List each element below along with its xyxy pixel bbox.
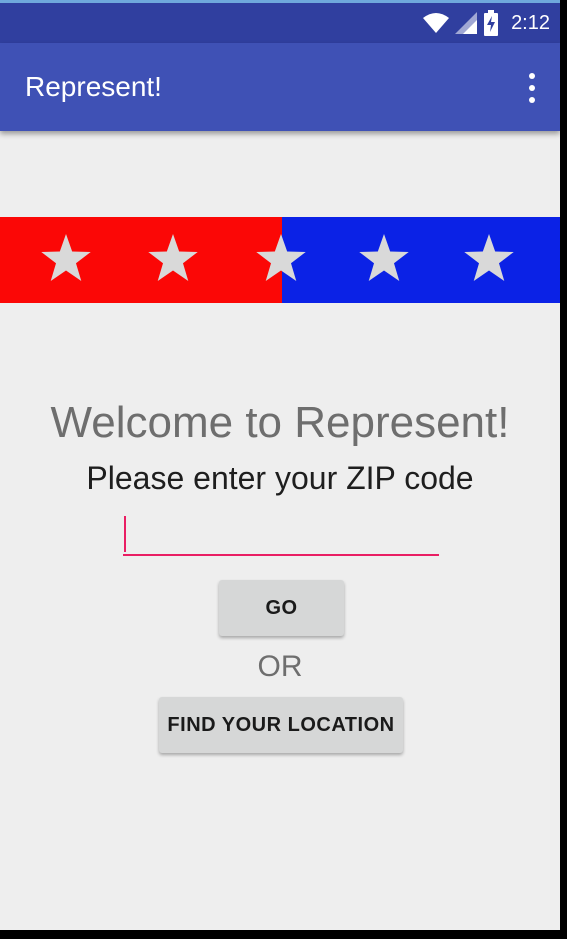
star-icon [359, 234, 409, 282]
menu-dot [529, 85, 535, 91]
overflow-menu-icon[interactable] [524, 73, 540, 103]
menu-dot [529, 97, 535, 103]
app-screen: 2:12 Represent! Welcome to Represent! Pl… [0, 0, 560, 930]
banner-stars [41, 234, 514, 282]
star-icon [41, 234, 91, 282]
welcome-heading: Welcome to Represent! [50, 398, 510, 447]
status-bar: 2:12 [0, 3, 560, 43]
zip-code-input[interactable] [123, 512, 439, 556]
menu-dot [529, 73, 535, 79]
status-icons: 2:12 [423, 3, 550, 43]
cell-signal-icon [455, 12, 478, 34]
app-bar: Represent! [0, 43, 560, 131]
star-icon [148, 234, 198, 282]
or-label: OR [257, 650, 303, 683]
zip-prompt: Please enter your ZIP code [86, 460, 474, 496]
battery-charging-icon [484, 10, 499, 36]
text-cursor [124, 516, 126, 552]
star-icon [464, 234, 514, 282]
status-time: 2:12 [511, 11, 550, 34]
find-location-button[interactable]: FIND YOUR LOCATION [159, 697, 403, 753]
star-icon [256, 234, 306, 282]
go-button[interactable]: GO [219, 580, 344, 636]
app-title: Represent! [25, 71, 162, 102]
wifi-icon [423, 13, 450, 33]
